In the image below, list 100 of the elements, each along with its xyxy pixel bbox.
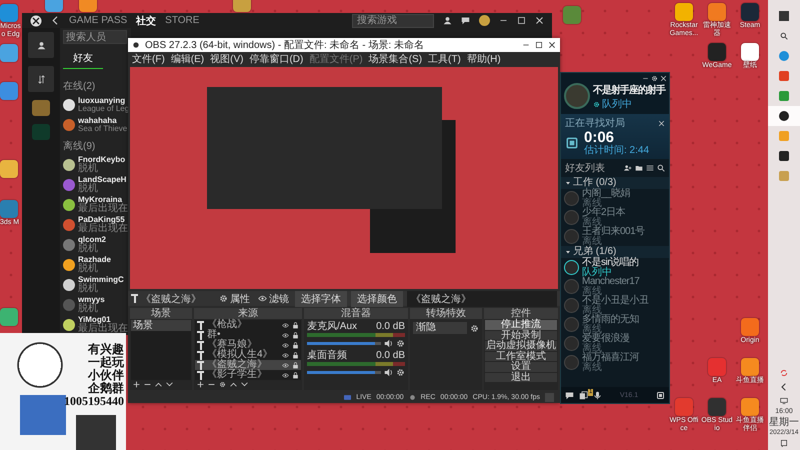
friend-name[interactable]: luoxuanying: [78, 97, 130, 105]
friend-row[interactable]: 少年2日本 离线: [561, 208, 669, 227]
friends-button[interactable]: [28, 32, 54, 58]
friend-name[interactable]: MyKroraina: [78, 196, 128, 204]
eye-icon[interactable]: [282, 342, 289, 349]
friend-name[interactable]: SwimmingC: [78, 276, 124, 284]
control-button[interactable]: 退出: [485, 372, 557, 382]
gear-icon[interactable]: [651, 75, 658, 82]
chevron-down-icon[interactable]: [166, 381, 173, 388]
gear-icon[interactable]: [396, 368, 405, 378]
group-header[interactable]: 兄弟 (1/6): [561, 246, 669, 258]
eye-icon[interactable]: [282, 352, 289, 359]
nav-tab[interactable]: 社交: [136, 14, 156, 28]
menu-item[interactable]: 文件(F): [132, 52, 165, 66]
back-icon[interactable]: [51, 16, 60, 25]
app-icon[interactable]: [741, 358, 759, 376]
eye-icon[interactable]: [282, 332, 289, 339]
microphone-icon[interactable]: [593, 390, 602, 400]
square-icon[interactable]: [656, 390, 665, 400]
nav-tab[interactable]: STORE: [165, 15, 200, 26]
speaker-icon[interactable]: [384, 368, 393, 378]
person-icon[interactable]: [443, 16, 452, 25]
lock-icon[interactable]: [292, 362, 299, 369]
speaker-icon[interactable]: [384, 339, 393, 348]
lock-icon[interactable]: [292, 372, 299, 379]
search-icon[interactable]: [657, 164, 665, 172]
back-icon[interactable]: [780, 383, 788, 391]
control-button[interactable]: 停止推流: [485, 320, 557, 330]
lock-icon[interactable]: [292, 332, 299, 339]
nav-tab[interactable]: GAME PASS: [69, 15, 128, 26]
friend-row[interactable]: 福万福喜江河 离线: [561, 353, 669, 372]
search-field[interactable]: 搜索游戏: [352, 14, 434, 28]
control-button[interactable]: 开始录制: [485, 330, 557, 340]
lock-icon[interactable]: [292, 352, 299, 359]
friend-name[interactable]: PaDaKing55: [78, 216, 128, 224]
chat-icon[interactable]: [565, 390, 574, 400]
plus-icon[interactable]: [133, 381, 140, 388]
menu-item[interactable]: 停靠窗口(D): [249, 52, 304, 66]
control-button[interactable]: 工作室模式: [485, 352, 557, 362]
gear-icon[interactable]: [470, 324, 479, 333]
monitor-icon[interactable]: [780, 397, 788, 405]
source-row[interactable]: 《盗贼之海》: [195, 360, 301, 370]
taskbar-button[interactable]: [768, 106, 800, 126]
sync-icon[interactable]: [780, 369, 788, 377]
gear-icon[interactable]: [396, 339, 405, 348]
menu-item[interactable]: 编辑(E): [170, 52, 204, 66]
toolbar-button[interactable]: 滤镜: [256, 292, 291, 306]
eye-icon[interactable]: [282, 362, 289, 369]
tab[interactable]: 好友: [63, 47, 103, 69]
toolbar-button[interactable]: 属性: [217, 292, 252, 306]
lock-icon[interactable]: [292, 342, 299, 349]
sort-button[interactable]: [28, 66, 54, 92]
menu-item[interactable]: 场景集合(S): [368, 52, 422, 66]
maximize-icon[interactable]: [535, 41, 543, 49]
group-header[interactable]: 工作 (0/3): [561, 177, 669, 189]
chat-icon[interactable]: [461, 16, 470, 25]
menu-item[interactable]: 视图(V): [210, 52, 244, 66]
search-field[interactable]: 搜索人员: [63, 30, 127, 44]
scene-item[interactable]: 场景: [131, 320, 191, 332]
avatar-icon[interactable]: [479, 15, 490, 26]
friend-name[interactable]: FnordKeybo: [78, 156, 126, 164]
minimize-icon[interactable]: [642, 75, 649, 82]
gear-icon[interactable]: [219, 381, 226, 388]
app-icon[interactable]: [741, 43, 759, 61]
app-icon[interactable]: [741, 398, 759, 416]
menu-item[interactable]: 帮助(H): [466, 52, 501, 66]
friend-name[interactable]: LandScapeH: [78, 176, 126, 184]
notification-icon[interactable]: [780, 439, 788, 447]
game-tile[interactable]: [32, 124, 50, 140]
chevron-up-icon[interactable]: [230, 381, 237, 388]
folder-icon[interactable]: [635, 164, 643, 172]
plus-icon[interactable]: [197, 381, 204, 388]
game-tile[interactable]: [32, 100, 50, 116]
friend-row[interactable]: 内阁__晓娟 离线: [561, 189, 669, 208]
chevron-up-icon[interactable]: [155, 381, 162, 388]
friend-name[interactable]: wahahaha: [78, 117, 128, 125]
friend-row[interactable]: 王者归来001号 离线: [561, 227, 669, 246]
lock-icon[interactable]: [292, 322, 299, 329]
control-button[interactable]: 启动虚拟摄像机: [485, 341, 557, 351]
transition-dropdown[interactable]: 渐隐: [413, 322, 467, 334]
friend-name[interactable]: wmyys: [78, 296, 105, 304]
eye-icon[interactable]: [282, 372, 289, 379]
app-icon[interactable]: [0, 308, 18, 326]
source-row[interactable]: 《枪战》: [195, 320, 301, 330]
app-icon[interactable]: [0, 160, 18, 178]
friend-row[interactable]: 多情雨的无知 离线: [561, 315, 669, 334]
text-field[interactable]: 《盗贼之海》: [407, 290, 557, 307]
source-row[interactable]: 《影子学生》: [195, 370, 301, 380]
add-friend-icon[interactable]: [624, 164, 632, 172]
toolbar-button[interactable]: 选择字体: [295, 290, 347, 307]
toolbar-button[interactable]: 选择颜色: [351, 290, 403, 307]
friend-row[interactable]: Manchester17 离线: [561, 277, 669, 296]
clock-day[interactable]: 星期一: [769, 415, 799, 429]
friend-name[interactable]: qlcom2: [78, 236, 106, 244]
friend-row[interactable]: 爱要很浪漫 离线: [561, 334, 669, 353]
app-icon[interactable]: [675, 3, 693, 21]
list-icon[interactable]: [646, 164, 654, 172]
menu-item[interactable]: 工具(T): [428, 52, 461, 66]
eye-icon[interactable]: [282, 322, 289, 329]
friend-name[interactable]: Razhade: [78, 256, 111, 264]
